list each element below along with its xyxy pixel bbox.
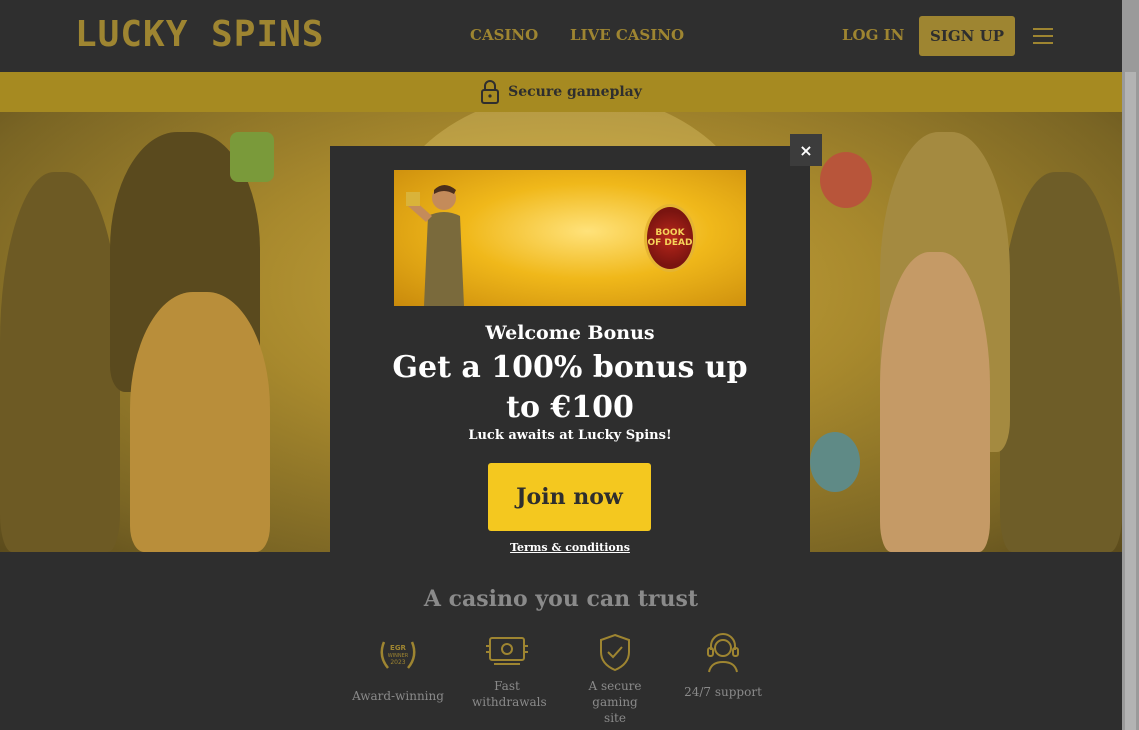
padlock-icon [481,80,500,104]
trust-award-label: Award-winning [352,689,444,703]
money-icon [486,637,528,665]
logo[interactable]: LUCKY SPINS [75,14,324,55]
scrollbar[interactable] [1122,0,1139,730]
modal-eyebrow: Welcome Bonus [485,322,655,344]
nav-casino[interactable]: CASINO [470,26,538,44]
login-link[interactable]: LOG IN [842,26,904,44]
trust-secure: A secure gaming site [560,632,670,726]
trust-support-label: 24/7 support [684,685,762,699]
explorer-figure [406,185,464,306]
trust-withdrawals-label: Fast withdrawals [472,679,547,709]
nav-live-casino[interactable]: LIVE CASINO [570,26,684,44]
close-icon[interactable]: × [790,134,822,166]
modal-subtext: Luck awaits at Lucky Spins! [468,428,672,443]
signup-button[interactable]: SIGN UP [919,16,1015,56]
trust-secure-label: A secure gaming site [588,679,642,725]
shield-check-icon [600,633,630,672]
badge-text: BOOK OF DEAD [647,228,693,248]
award-badge-year: 2023 [390,659,405,666]
scrollbar-thumb[interactable] [1125,72,1136,730]
welcome-bonus-modal: BOOK OF DEAD Welcome Bonus Get a 100% bo… [330,146,810,582]
menu-icon[interactable] [1033,28,1053,44]
trust-support: 24/7 support [668,632,778,700]
trust-award: EGR WINNER 2023 Award-winning [343,632,453,704]
headset-icon [707,633,739,673]
secure-banner: Secure gameplay [0,72,1122,112]
book-of-dead-banner: BOOK OF DEAD [394,170,746,306]
egr-award-icon: EGR WINNER 2023 [380,641,416,669]
join-now-button[interactable]: Join now [488,463,651,531]
secure-label: Secure gameplay [508,84,642,100]
modal-headline-line2: to €100 [506,390,634,425]
award-badge-egr: EGR [390,644,407,652]
site-header: LUCKY SPINS CASINO LIVE CASINO LOG IN SI… [0,0,1122,72]
trust-withdrawals: Fast withdrawals [452,632,562,710]
trust-title: A casino you can trust [423,586,699,612]
terms-link[interactable]: Terms & conditions [330,541,810,554]
modal-headline: Get a 100% bonus up to €100 [370,348,770,428]
book-of-dead-logo: BOOK OF DEAD [644,204,696,272]
modal-headline-line1: Get a 100% bonus up [392,350,748,385]
